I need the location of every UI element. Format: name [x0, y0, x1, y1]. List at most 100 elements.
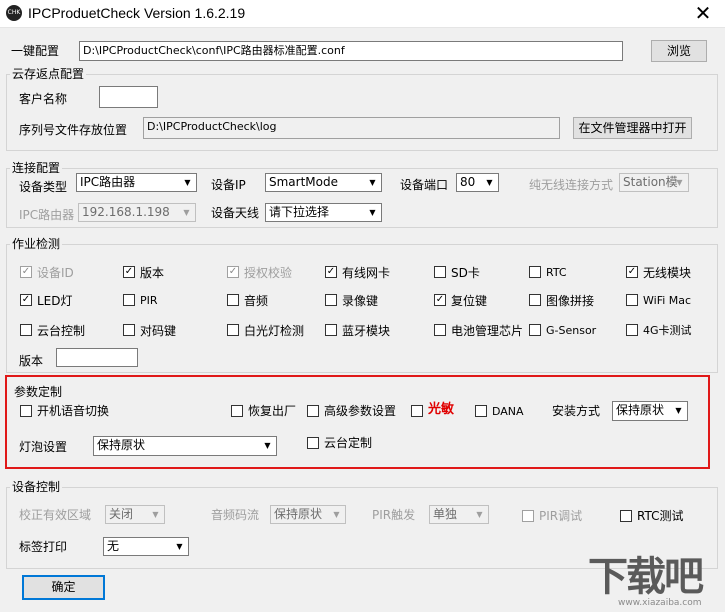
tag-print-label: 标签打印 [19, 540, 68, 554]
chevron-down-icon: ▼ [184, 178, 191, 187]
device-port-select[interactable]: 80 ▼ [456, 173, 499, 192]
job-item-3-checkbox[interactable]: ✓ [325, 266, 337, 278]
correct-area-value: 关闭 [109, 507, 134, 521]
app-icon: CHK [6, 5, 22, 21]
job-item-5-checkbox[interactable] [529, 266, 541, 278]
wireless-mode-label: 纯无线连接方式 [529, 178, 614, 192]
correct-area-select[interactable]: 关闭 ▼ [105, 505, 165, 524]
bulb-setting-value: 保持原状 [97, 438, 146, 452]
tag-print-select[interactable]: 无 ▼ [103, 537, 189, 556]
job-item-11-checkbox[interactable]: ✓ [434, 294, 446, 306]
job-item-16-checkbox[interactable] [227, 324, 239, 336]
ipc-router-ip-select[interactable]: 192.168.1.198 ▼ [78, 203, 196, 222]
wireless-mode-select[interactable]: Station模 ▼ [619, 173, 689, 192]
job-item-17-label: 蓝牙模块 [342, 324, 391, 338]
factory-reset-checkbox[interactable] [231, 405, 243, 417]
job-item-12-checkbox[interactable] [529, 294, 541, 306]
pir-trigger-label: PIR触发 [372, 508, 416, 522]
pir-debug-checkbox[interactable] [522, 510, 534, 522]
cloud-config-title: 云存返点配置 [10, 66, 87, 82]
job-item-15-checkbox[interactable] [123, 324, 135, 336]
version-input[interactable] [56, 348, 138, 367]
ptz-custom-checkbox[interactable] [307, 437, 319, 449]
customer-name-input[interactable] [99, 86, 158, 108]
device-port-value: 80 [460, 175, 476, 189]
job-item-10-label: 录像键 [342, 294, 379, 308]
config-path-field[interactable]: D:\IPCProductCheck\conf\IPC路由器标准配置.conf [79, 41, 623, 61]
job-item-18-label: 电池管理芯片 [451, 324, 524, 338]
job-item-17-checkbox[interactable] [325, 324, 337, 336]
advanced-params-label: 高级参数设置 [324, 404, 397, 418]
job-item-2-label: 授权校验 [244, 266, 293, 280]
install-mode-value: 保持原状 [616, 403, 665, 417]
device-ip-value: SmartMode [269, 175, 338, 189]
job-item-19-checkbox[interactable] [529, 324, 541, 336]
job-item-18-checkbox[interactable] [434, 324, 446, 336]
serial-path-label: 序列号文件存放位置 [19, 123, 128, 137]
advanced-params-checkbox[interactable] [307, 405, 319, 417]
open-in-explorer-button[interactable]: 在文件管理器中打开 [573, 117, 692, 139]
job-item-13-label: WiFi Mac [643, 294, 692, 307]
job-item-11-label: 复位键 [451, 294, 488, 308]
ptz-custom-label: 云台定制 [324, 436, 373, 450]
one-key-config-label: 一键配置 [11, 44, 60, 58]
chevron-down-icon: ▼ [152, 510, 159, 519]
device-type-select[interactable]: IPC路由器 ▼ [76, 173, 197, 192]
device-control-title: 设备控制 [10, 479, 63, 495]
job-item-2-checkbox[interactable]: ✓ [227, 266, 239, 278]
ok-button[interactable]: 确定 [22, 575, 105, 600]
close-button[interactable]: ✕ [681, 0, 725, 28]
audio-stream-label: 音频码流 [211, 508, 260, 522]
device-type-label: 设备类型 [19, 180, 68, 194]
browse-button[interactable]: 浏览 [651, 40, 707, 62]
install-mode-select[interactable]: 保持原状 ▼ [612, 401, 688, 421]
light-sensor-label: 光敏 [428, 402, 455, 417]
serial-path-field[interactable]: D:\IPCProductCheck\log [143, 117, 560, 139]
job-item-6-checkbox[interactable]: ✓ [626, 266, 638, 278]
window-title: IPCProduetCheck Version 1.6.2.19 [28, 5, 246, 21]
job-item-7-label: LED灯 [37, 294, 73, 308]
bulb-setting-select[interactable]: 保持原状 ▼ [93, 436, 277, 456]
job-item-4-checkbox[interactable] [434, 266, 446, 278]
antenna-value: 请下拉选择 [269, 205, 330, 219]
pir-trigger-select[interactable]: 单独 ▼ [429, 505, 489, 524]
job-item-0-checkbox[interactable]: ✓ [20, 266, 32, 278]
job-item-13-checkbox[interactable] [626, 294, 638, 306]
job-item-7-checkbox[interactable]: ✓ [20, 294, 32, 306]
job-item-14-checkbox[interactable] [20, 324, 32, 336]
antenna-label: 设备天线 [211, 206, 260, 220]
param-custom-title: 参数定制 [12, 384, 65, 400]
job-item-8-checkbox[interactable] [123, 294, 135, 306]
dana-label: DANA [492, 405, 524, 418]
correct-area-label: 校正有效区域 [19, 508, 92, 522]
antenna-select[interactable]: 请下拉选择 ▼ [265, 203, 382, 222]
ipc-router-ip-value: 192.168.1.198 [82, 205, 170, 219]
pir-trigger-value: 单独 [433, 507, 458, 521]
job-item-9-checkbox[interactable] [227, 294, 239, 306]
device-type-value: IPC路由器 [80, 175, 136, 189]
bulb-setting-label: 灯泡设置 [19, 440, 68, 454]
job-item-10-checkbox[interactable] [325, 294, 337, 306]
pir-debug-label: PIR调试 [539, 509, 583, 523]
light-sensor-checkbox[interactable] [411, 405, 423, 417]
job-item-3-label: 有线网卡 [342, 266, 391, 280]
job-item-14-label: 云台控制 [37, 324, 86, 338]
version-label: 版本 [19, 354, 44, 368]
job-item-1-checkbox[interactable]: ✓ [123, 266, 135, 278]
job-item-9-label: 音频 [244, 294, 269, 308]
chevron-down-icon: ▼ [476, 510, 483, 519]
rtc-test-checkbox[interactable] [620, 510, 632, 522]
device-ip-select[interactable]: SmartMode ▼ [265, 173, 382, 192]
chevron-down-icon: ▼ [486, 178, 493, 187]
job-item-20-checkbox[interactable] [626, 324, 638, 336]
chevron-down-icon: ▼ [333, 510, 340, 519]
rtc-test-label: RTC测试 [637, 509, 684, 523]
audio-stream-select[interactable]: 保持原状 ▼ [270, 505, 346, 524]
wireless-mode-value: Station模 [623, 175, 678, 189]
ipc-router-label: IPC路由器 [19, 208, 75, 222]
job-item-20-label: 4G卡测试 [643, 324, 692, 337]
boot-voice-checkbox[interactable] [20, 405, 32, 417]
chevron-down-icon: ▼ [369, 178, 376, 187]
customer-name-label: 客户名称 [19, 92, 68, 106]
dana-checkbox[interactable] [475, 405, 487, 417]
